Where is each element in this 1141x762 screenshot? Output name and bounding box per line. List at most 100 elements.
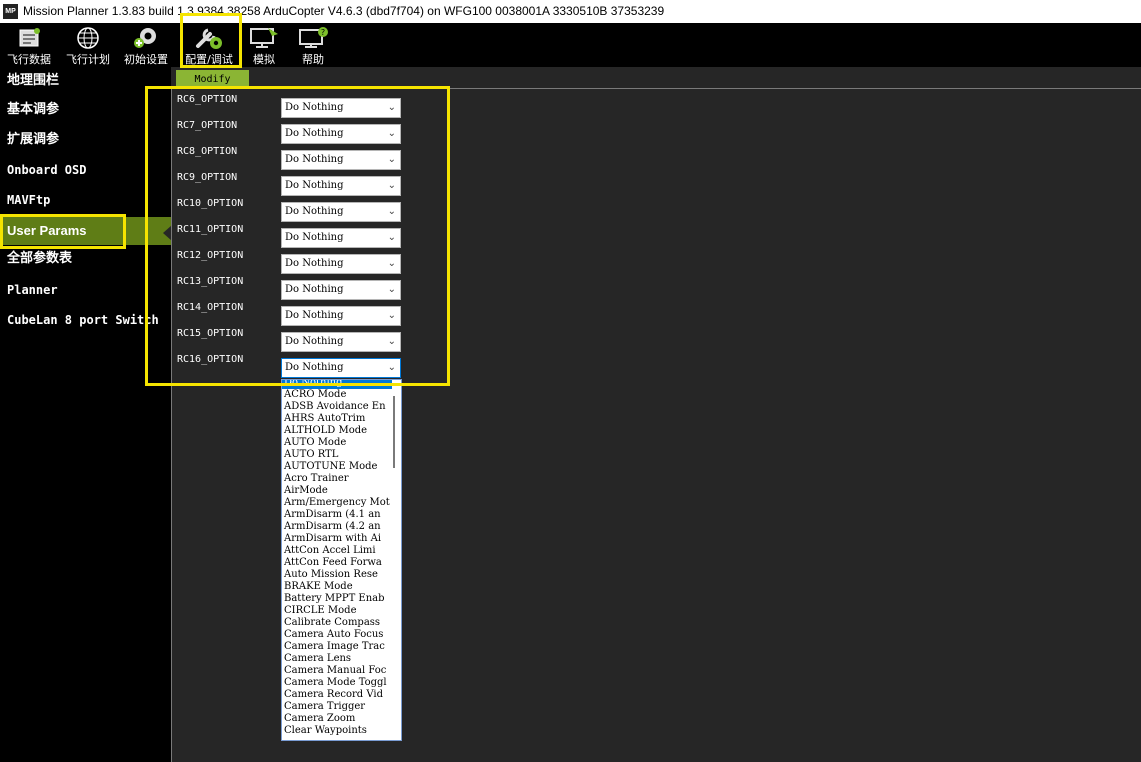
dropdown-option[interactable]: ALTHOLD Mode (282, 425, 392, 437)
toolbar-label: 模拟 (253, 53, 275, 66)
dropdown-option[interactable]: Calibrate Compass (282, 617, 392, 629)
dropdown-option[interactable]: Acro Trainer (282, 473, 392, 485)
toolbar-flight-data-button[interactable]: 飞行数据 (2, 23, 56, 67)
toolbar-config-tuning-button[interactable]: 配置/调试 (180, 23, 238, 67)
param-value-text: Do Nothing (285, 362, 344, 373)
dropdown-option[interactable]: ArmDisarm (4.1 an (282, 509, 392, 521)
param-value-select[interactable]: Do Nothing ⌄ (281, 176, 401, 196)
sidebar-item-planner[interactable]: Planner (0, 276, 171, 304)
config-tuning-icon (196, 28, 222, 49)
dropdown-option[interactable]: ACRO Mode (282, 389, 392, 401)
toolbar-label: 配置/调试 (185, 53, 233, 66)
help-icon: ? (299, 27, 328, 48)
dropdown-option[interactable]: Camera Image Trac (282, 641, 392, 653)
dropdown-option[interactable]: Camera Record Vid (282, 689, 392, 701)
param-value-select[interactable]: Do Nothing ⌄ (281, 332, 401, 352)
sidebar-item-cubelan-switch[interactable]: CubeLan 8 port Switch (0, 306, 171, 334)
dropdown-option[interactable]: Arm/Emergency Mot (282, 497, 392, 509)
dropdown-option[interactable]: AUTOTUNE Mode (282, 461, 392, 473)
param-value-text: Do Nothing (285, 206, 344, 217)
param-name-label: RC11_OPTION (177, 224, 244, 235)
mission-planner-logo-icon: MP (3, 4, 18, 19)
dropdown-option[interactable]: Camera Trigger (282, 701, 392, 713)
toolbar-help-button[interactable]: ? 帮助 (292, 23, 334, 67)
chevron-down-icon: ⌄ (387, 128, 396, 139)
initial-setup-icon (134, 28, 156, 48)
dropdown-option[interactable]: ArmDisarm with Ai (282, 533, 392, 545)
param-name-label: RC7_OPTION (177, 120, 238, 131)
dropdown-option[interactable]: Camera Manual Foc (282, 665, 392, 677)
param-value-select[interactable]: Do Nothing ⌄ (281, 150, 401, 170)
dropdown-option[interactable]: ADSB Avoidance En (282, 401, 392, 413)
dropdown-option[interactable]: AttCon Accel Limi (282, 545, 392, 557)
svg-text:?: ? (321, 28, 325, 37)
param-name-label: RC8_OPTION (177, 146, 238, 157)
param-value-text: Do Nothing (285, 336, 344, 347)
config-sidebar: 地理围栏 基本调参 扩展调参 Onboard OSD MAVFtp User P… (0, 67, 171, 762)
param-value-text: Do Nothing (285, 154, 344, 165)
chevron-down-icon: ⌄ (387, 102, 396, 113)
title-bar: MP Mission Planner 1.3.83 build 1.3.9384… (0, 0, 1141, 23)
sidebar-item-mavftp[interactable]: MAVFtp (0, 186, 171, 214)
param-value-select[interactable]: Do Nothing ⌄ (281, 124, 401, 144)
dropdown-option[interactable]: Camera Mode Toggl (282, 677, 392, 689)
param-value-select[interactable]: Do Nothing ⌄ (281, 202, 401, 222)
param-value-select[interactable]: Do Nothing ⌄ (281, 358, 401, 378)
dropdown-option[interactable]: Clear Waypoints (282, 725, 392, 737)
param-value-select[interactable]: Do Nothing ⌄ (281, 98, 401, 118)
param-name-label: RC14_OPTION (177, 302, 244, 313)
sidebar-item-geofence[interactable]: 地理围栏 (0, 67, 171, 95)
chevron-down-icon: ⌄ (387, 232, 396, 243)
dropdown-option[interactable]: Camera Auto Focus (282, 629, 392, 641)
sidebar-item-full-parameter-list[interactable]: 全部参数表 (0, 245, 171, 273)
toolbar-simulation-button[interactable]: 模拟 (244, 23, 284, 67)
param-value-select[interactable]: Do Nothing ⌄ (281, 228, 401, 248)
param-value-select[interactable]: Do Nothing ⌄ (281, 306, 401, 326)
param-name-label: RC13_OPTION (177, 276, 244, 287)
window-title: Mission Planner 1.3.83 build 1.3.9384.38… (23, 4, 665, 18)
dropdown-option[interactable]: CIRCLE Mode (282, 605, 392, 617)
param-name-label: RC15_OPTION (177, 328, 244, 339)
sidebar-divider (171, 88, 172, 762)
tab-modify[interactable]: Modify (176, 70, 249, 89)
rc16-option-dropdown-list[interactable]: Do Nothing ACRO Mode ADSB Avoidance En AHRS… (281, 379, 402, 741)
param-value-text: Do Nothing (285, 310, 344, 321)
param-value-select[interactable]: Do Nothing ⌄ (281, 280, 401, 300)
param-value-text: Do Nothing (285, 284, 344, 295)
param-value-select[interactable]: Do Nothing ⌄ (281, 254, 401, 274)
dropdown-option[interactable]: BRAKE Mode (282, 581, 392, 593)
chevron-down-icon: ⌄ (387, 284, 396, 295)
dropdown-option[interactable]: AttCon Feed Forwa (282, 557, 392, 569)
param-name-label: RC12_OPTION (177, 250, 244, 261)
dropdown-option[interactable]: Battery MPPT Enab (282, 593, 392, 605)
sidebar-item-onboard-osd[interactable]: Onboard OSD (0, 156, 171, 184)
simulation-icon (250, 28, 278, 48)
sidebar-item-basic-tuning[interactable]: 基本调参 (0, 96, 171, 124)
toolbar-label: 初始设置 (124, 53, 168, 66)
dropdown-scrollbar[interactable] (393, 396, 395, 468)
param-value-text: Do Nothing (285, 102, 344, 113)
sidebar-item-user-params[interactable]: User Params (0, 217, 171, 245)
toolbar-initial-setup-button[interactable]: 初始设置 (119, 23, 173, 67)
dropdown-option[interactable]: Camera Zoom (282, 713, 392, 725)
param-value-text: Do Nothing (285, 180, 344, 191)
param-name-label: RC10_OPTION (177, 198, 244, 209)
toolbar-flight-plan-button[interactable]: 飞行计划 (61, 23, 115, 67)
main-toolbar: 飞行数据 飞行计划 初始设置 配置/调试 模拟 ? 帮助 (0, 23, 1141, 67)
dropdown-option[interactable]: Camera Lens (282, 653, 392, 665)
dropdown-option[interactable]: AHRS AutoTrim (282, 413, 392, 425)
tab-divider (172, 88, 1141, 89)
param-name-label: RC6_OPTION (177, 94, 238, 105)
dropdown-option[interactable]: AUTO Mode (282, 437, 392, 449)
chevron-down-icon: ⌄ (387, 362, 396, 373)
dropdown-option[interactable]: ArmDisarm (4.2 an (282, 521, 392, 533)
dropdown-option[interactable]: Do Nothing (282, 380, 392, 389)
toolbar-label: 帮助 (302, 53, 324, 66)
dropdown-option[interactable]: AirMode (282, 485, 392, 497)
param-name-label: RC9_OPTION (177, 172, 238, 183)
dropdown-option[interactable]: Auto Mission Rese (282, 569, 392, 581)
chevron-down-icon: ⌄ (387, 336, 396, 347)
sidebar-item-extended-tuning[interactable]: 扩展调参 (0, 126, 171, 154)
param-value-text: Do Nothing (285, 232, 344, 243)
dropdown-option[interactable]: AUTO RTL (282, 449, 392, 461)
